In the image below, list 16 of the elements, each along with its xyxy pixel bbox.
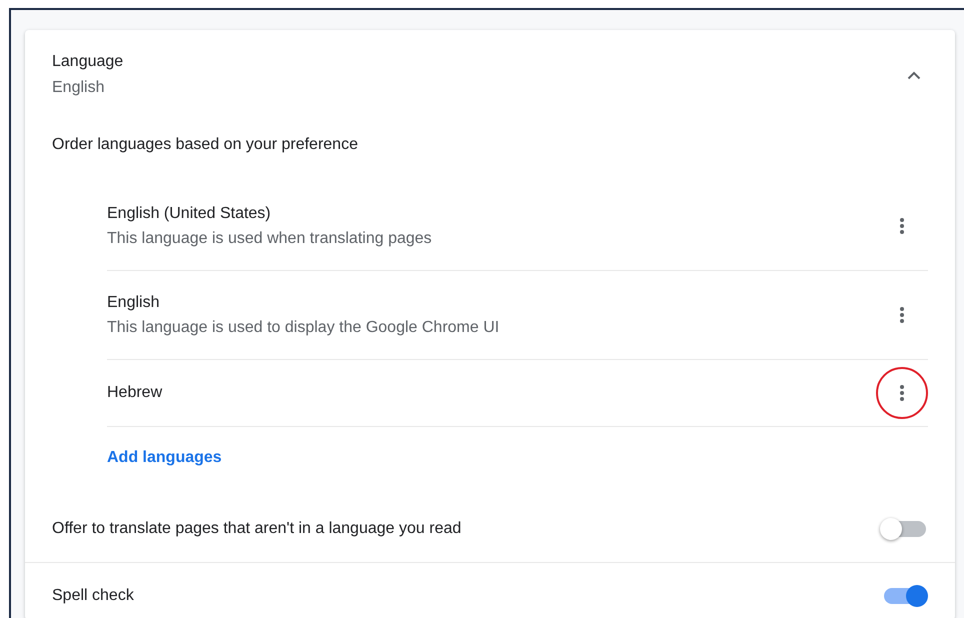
language-note: This language is used when translating pages: [107, 230, 433, 248]
more-vertical-icon: [899, 217, 905, 235]
section-title: Language: [52, 53, 124, 71]
language-name: English: [107, 294, 160, 312]
more-vertical-icon: [899, 306, 905, 324]
setting-label: Offer to translate pages that aren't in a language you read: [52, 520, 462, 538]
chevron-up-icon: [907, 70, 921, 80]
setting-label: Spell check: [52, 587, 135, 605]
language-name: English (United States): [107, 204, 272, 222]
toggle-switch[interactable]: [884, 588, 926, 604]
order-heading: Order languages based on your preference: [52, 136, 359, 154]
section-subtitle: English: [52, 79, 106, 97]
language-name: Hebrew: [107, 384, 164, 402]
more-vertical-icon: [899, 384, 905, 402]
add-languages-link[interactable]: Add languages: [107, 449, 222, 467]
language-note: This language is used to display the Google Chrome UI: [107, 318, 500, 336]
